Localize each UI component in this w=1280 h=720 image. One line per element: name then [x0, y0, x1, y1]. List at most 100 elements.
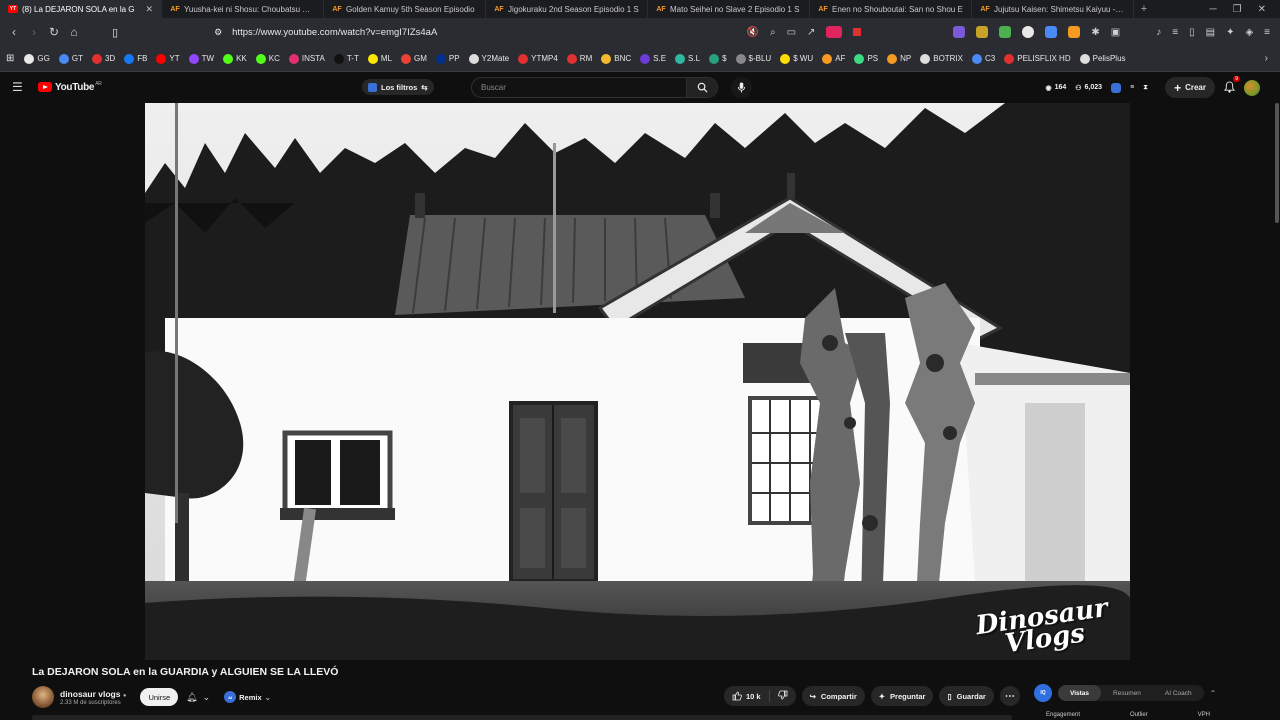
- bookmark-item[interactable]: GT: [58, 53, 83, 64]
- voice-search-button[interactable]: [731, 77, 752, 98]
- restore-icon[interactable]: ❐: [1233, 4, 1242, 15]
- filters-button[interactable]: Los filtros ⇆: [362, 79, 434, 95]
- bookmark-item[interactable]: $: [709, 53, 727, 64]
- back-icon[interactable]: ‹: [4, 25, 24, 39]
- bookmark-item[interactable]: GG: [24, 53, 50, 64]
- bookmark-item[interactable]: T-T: [333, 53, 359, 64]
- extension-icon[interactable]: [1068, 26, 1081, 38]
- youtube-logo[interactable]: YouTube AR: [38, 81, 102, 93]
- bookmark-item[interactable]: NP: [887, 53, 911, 64]
- bookmark-item[interactable]: INSTA: [288, 53, 325, 64]
- brave-rewards-icon[interactable]: [853, 28, 862, 36]
- home-icon[interactable]: ⌂: [64, 25, 84, 39]
- bookmark-item[interactable]: KC: [255, 53, 280, 64]
- bookmark-item[interactable]: FB: [124, 53, 147, 64]
- join-button[interactable]: Unirse: [140, 688, 179, 706]
- hourglass-icon[interactable]: ⧗: [1143, 84, 1148, 92]
- channel-name[interactable]: dinosaur vlogs ●: [60, 689, 126, 699]
- brave-shields-icon[interactable]: [826, 26, 843, 38]
- tab-youtube-video[interactable]: YT (8) La DEJARON SOLA en la G ✕: [0, 0, 162, 18]
- bookmark-item[interactable]: S.E: [640, 53, 666, 64]
- search-input[interactable]: [472, 83, 686, 92]
- bookmark-item[interactable]: AF: [822, 53, 845, 64]
- bookmark-item[interactable]: C3: [972, 53, 995, 64]
- wallet-icon[interactable]: ▤: [1206, 27, 1215, 38]
- bookmark-item[interactable]: KK: [223, 53, 247, 64]
- subscription-bell-button[interactable]: 🔔︎ ⌄: [186, 692, 210, 703]
- new-tab-button[interactable]: +: [1134, 3, 1154, 15]
- close-tab-icon[interactable]: ✕: [145, 4, 153, 15]
- bookmark-item[interactable]: YT: [156, 53, 180, 64]
- apps-grid-icon[interactable]: ⊞: [6, 53, 14, 64]
- bookmarks-overflow-icon[interactable]: ›: [1265, 53, 1280, 64]
- bookmark-item[interactable]: TW: [188, 53, 214, 64]
- collapse-icon[interactable]: ⌃: [1210, 689, 1217, 698]
- bookmark-item[interactable]: YTMP4: [518, 53, 558, 64]
- tab-anime-3[interactable]: AF Jigokuraku 2nd Season Episodio 1 S: [486, 0, 648, 18]
- bookmark-item[interactable]: PP: [435, 53, 460, 64]
- menu-icon[interactable]: ≡: [1264, 27, 1270, 38]
- vidiq-icon[interactable]: [1111, 82, 1122, 93]
- bookmark-item[interactable]: PS: [854, 53, 878, 64]
- vidiq-logo-icon[interactable]: IQ: [1034, 684, 1052, 702]
- create-button[interactable]: + Crear: [1165, 77, 1215, 98]
- bookmark-item[interactable]: S.L: [675, 53, 700, 64]
- bookmark-item[interactable]: PelisPlus: [1079, 53, 1126, 64]
- cast-icon[interactable]: ▭: [787, 27, 796, 38]
- puzzle-icon[interactable]: ✱: [1091, 27, 1099, 38]
- bookmark-item[interactable]: $ WU: [780, 53, 813, 64]
- page-scrollbar[interactable]: [1275, 103, 1279, 223]
- more-actions-button[interactable]: ⋯: [999, 686, 1020, 706]
- list-icon[interactable]: ≡: [1130, 84, 1134, 91]
- dislike-button[interactable]: [770, 690, 796, 702]
- bookmark-item[interactable]: $-BLU: [735, 53, 771, 64]
- tab-anime-6[interactable]: AF Jujutsu Kaisen: Shimetsu Kaiyuu - Zo: [972, 0, 1134, 18]
- like-button[interactable]: 10 k: [724, 690, 770, 702]
- video-player[interactable]: Dinosaur Vlogs: [145, 103, 1130, 660]
- close-window-icon[interactable]: ✕: [1258, 4, 1266, 15]
- forward-icon[interactable]: ›: [24, 25, 44, 39]
- bookmark-item[interactable]: BOTRIX: [920, 53, 963, 64]
- bookmark-item[interactable]: RM: [566, 53, 592, 64]
- bookmarks-icon[interactable]: ≡: [1172, 27, 1178, 38]
- leo-icon[interactable]: ✦: [1226, 27, 1234, 38]
- minimize-icon[interactable]: ─: [1210, 4, 1217, 15]
- tab-anime-1[interactable]: AF Yuusha-kei ni Shosu: Choubatsu Yuu: [162, 0, 324, 18]
- tab-manager-icon[interactable]: ▣: [1111, 27, 1120, 38]
- tab-resumen[interactable]: Resumen: [1101, 685, 1153, 701]
- tab-vistas[interactable]: Vistas: [1058, 685, 1102, 701]
- bookmark-page-icon[interactable]: ▯: [112, 26, 118, 39]
- extension-icon[interactable]: [976, 26, 989, 38]
- tab-anime-5[interactable]: AF Enen no Shouboutai: San no Shou E: [810, 0, 972, 18]
- tab-anime-2[interactable]: AF Golden Kamuy 5th Season Episodio: [324, 0, 486, 18]
- ask-button[interactable]: ✦ Preguntar: [870, 686, 934, 706]
- notifications-button[interactable]: 9: [1224, 75, 1240, 95]
- remix-button[interactable]: AI Remix ⌄: [224, 688, 271, 706]
- search-button[interactable]: [686, 78, 717, 97]
- mute-icon[interactable]: 🔇: [747, 27, 759, 38]
- share-button[interactable]: ↪ Compartir: [801, 686, 865, 706]
- bookmark-item[interactable]: GM: [400, 53, 427, 64]
- vpn-icon[interactable]: ◈: [1245, 27, 1253, 38]
- channel-avatar[interactable]: [32, 686, 54, 708]
- music-icon[interactable]: ♪: [1156, 27, 1161, 38]
- bookmark-item[interactable]: 3D: [91, 53, 115, 64]
- url-field[interactable]: ▯ ⚙ https://www.youtube.com/watch?v=emgI…: [112, 26, 747, 39]
- tab-ai-coach[interactable]: AI Coach: [1153, 685, 1204, 701]
- extension-icon[interactable]: [1045, 26, 1058, 38]
- tab-anime-4[interactable]: AF Mato Seihei no Slave 2 Episodio 1 S: [648, 0, 810, 18]
- bookmark-item[interactable]: ML: [367, 53, 392, 64]
- extension-icon[interactable]: [953, 26, 966, 38]
- extension-icon[interactable]: [999, 26, 1012, 38]
- site-settings-icon[interactable]: ⚙: [214, 27, 222, 38]
- description-box-edge[interactable]: [32, 715, 1012, 720]
- extension-icon[interactable]: [1022, 26, 1035, 38]
- save-button[interactable]: ▯ Guardar: [939, 686, 994, 706]
- bookmark-item[interactable]: Y2Mate: [468, 53, 509, 64]
- account-avatar[interactable]: [1244, 79, 1260, 96]
- bookmark-item[interactable]: BNC: [601, 53, 631, 64]
- hamburger-menu-icon[interactable]: ☰: [12, 80, 24, 94]
- share-icon[interactable]: ↗: [807, 27, 815, 38]
- bookmark-item[interactable]: PELISFLIX HD: [1004, 53, 1071, 64]
- zoom-icon[interactable]: ⌕: [770, 27, 776, 38]
